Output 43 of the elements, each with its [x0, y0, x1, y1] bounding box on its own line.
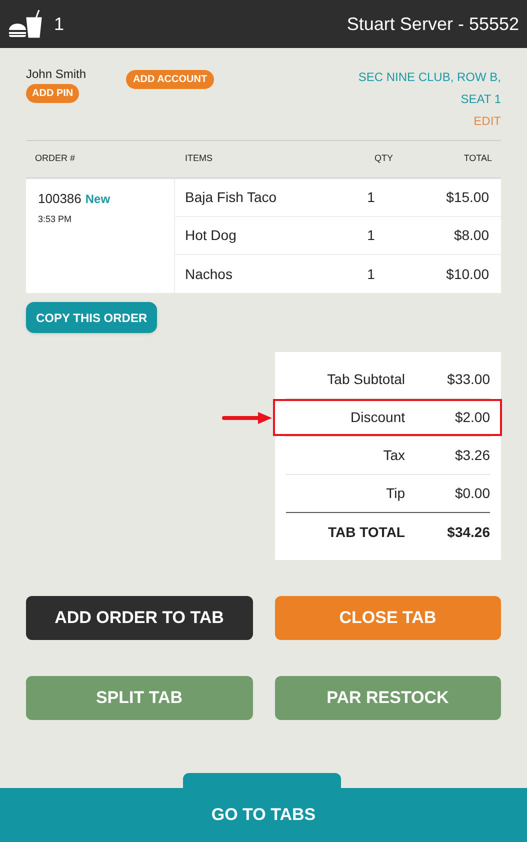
burger-and-drink-icon — [8, 10, 42, 38]
summary-label: Discount — [350, 408, 406, 427]
summary-value: $0.00 — [454, 484, 490, 503]
action-button[interactable]: ADD ORDER TO TAB — [26, 596, 252, 640]
table-cell-text: 1 — [366, 188, 376, 207]
arrow-icon — [221, 412, 273, 424]
column-header: ITEMS — [184, 152, 214, 166]
column-header: TOTAL — [462, 152, 493, 166]
summary-label: Tab Subtotal — [326, 370, 406, 389]
summary-value: $3.26 — [454, 446, 490, 465]
table-cell-text: 1 — [366, 226, 376, 245]
summary-label: Tax — [382, 446, 406, 465]
summary-value: $34.26 — [446, 522, 490, 542]
summary-value: $2.00 — [454, 408, 490, 427]
summary-label: Tip — [385, 484, 406, 503]
summary-value: $33.00 — [446, 370, 490, 389]
order-count: 1 — [54, 12, 64, 36]
order-number: 100386 — [38, 190, 82, 208]
table-cell-text: Nachos — [184, 264, 234, 284]
server-name: Stuart Server - 55552 — [346, 12, 519, 36]
summary-label: TAB TOTAL — [327, 522, 406, 542]
edit-link[interactable]: EDIT — [474, 110, 501, 132]
table-cell-text: $8.00 — [452, 226, 490, 245]
action-button[interactable]: PAR RESTOCK — [274, 676, 501, 720]
table-cell-text: $10.00 — [445, 264, 490, 284]
add-account-button[interactable]: ADD ACCOUNT — [126, 70, 214, 89]
column-header: QTY — [373, 152, 394, 166]
action-button[interactable]: SPLIT TAB — [26, 676, 252, 720]
order-time: 3:53 PM — [38, 212, 73, 226]
table-cell-text: Hot Dog — [184, 226, 238, 245]
seat-location: SEAT 1 — [460, 91, 501, 108]
print-tab[interactable] — [183, 773, 341, 788]
customer-name: John Smith — [26, 66, 86, 83]
column-header: ORDER # — [34, 152, 76, 166]
add-pin-button[interactable]: ADD PIN — [26, 84, 80, 103]
order-status: New — [85, 191, 110, 208]
seat-location: SEC NINE CLUB, ROW B, — [358, 69, 501, 86]
go-to-tabs-button[interactable]: GO TO TABS — [0, 788, 527, 842]
table-cell-text: $15.00 — [445, 188, 490, 207]
table-cell-text: Baja Fish Taco — [184, 188, 278, 207]
table-cell-text: 1 — [366, 264, 376, 284]
copy-order-button[interactable]: COPY THIS ORDER — [26, 302, 158, 333]
action-button[interactable]: CLOSE TAB — [274, 596, 501, 640]
